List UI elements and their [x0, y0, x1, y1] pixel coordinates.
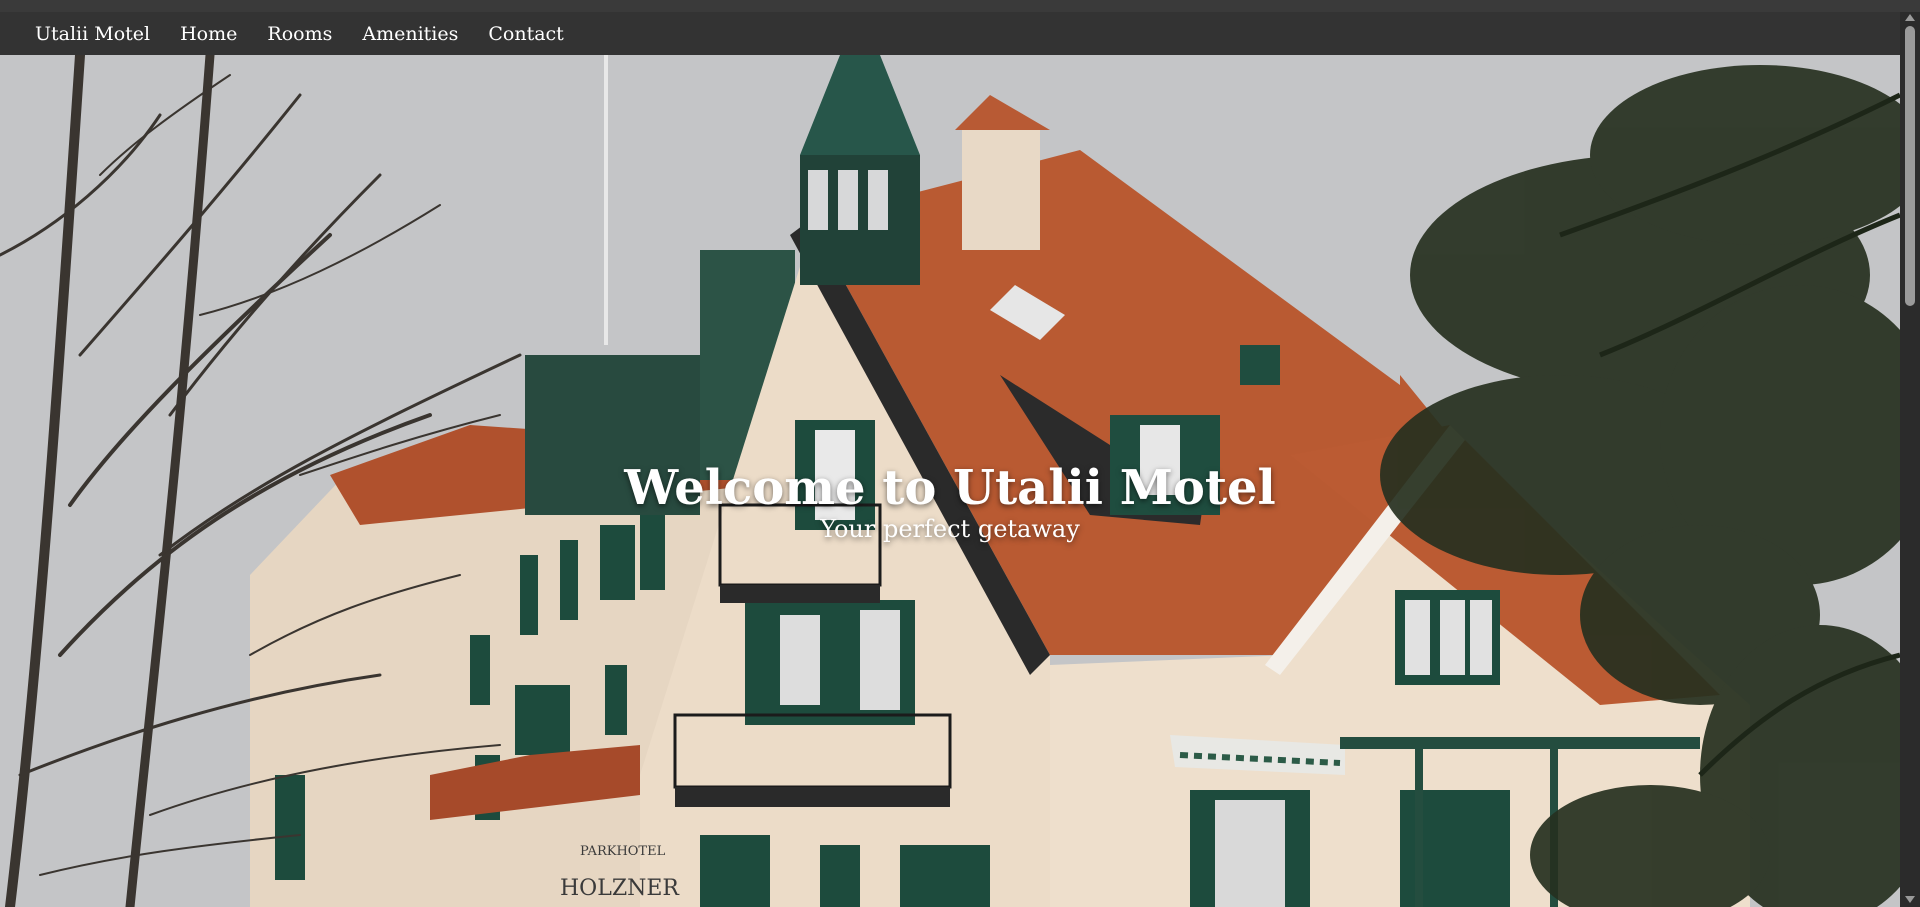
page-scrollbar[interactable] [1900, 12, 1920, 907]
nav-link-home[interactable]: Home [180, 23, 237, 45]
nav-link-amenities[interactable]: Amenities [362, 23, 458, 45]
hero-section: PARKHOTEL HOLZNER Welcome to Utalii Mote… [0, 55, 1900, 907]
hero-subtitle: Your perfect getaway [820, 515, 1080, 544]
browser-top-strip [0, 0, 1920, 12]
nav-link-contact[interactable]: Contact [488, 23, 563, 45]
hero-text-block: Welcome to Utalii Motel Your perfect get… [0, 460, 1900, 544]
sign-text-holzner: HOLZNER [560, 876, 680, 901]
chevron-down-icon[interactable] [1905, 896, 1915, 903]
chevron-up-icon[interactable] [1905, 14, 1915, 21]
nav-link-rooms[interactable]: Rooms [267, 23, 332, 45]
scrollbar-thumb[interactable] [1905, 26, 1915, 306]
hero-title: Welcome to Utalii Motel [624, 460, 1276, 516]
nav-brand-link[interactable]: Utalii Motel [35, 23, 150, 45]
sign-text-parkhotel: PARKHOTEL [580, 844, 666, 859]
navbar: Utalii Motel Home Rooms Amenities Contac… [0, 12, 1900, 55]
